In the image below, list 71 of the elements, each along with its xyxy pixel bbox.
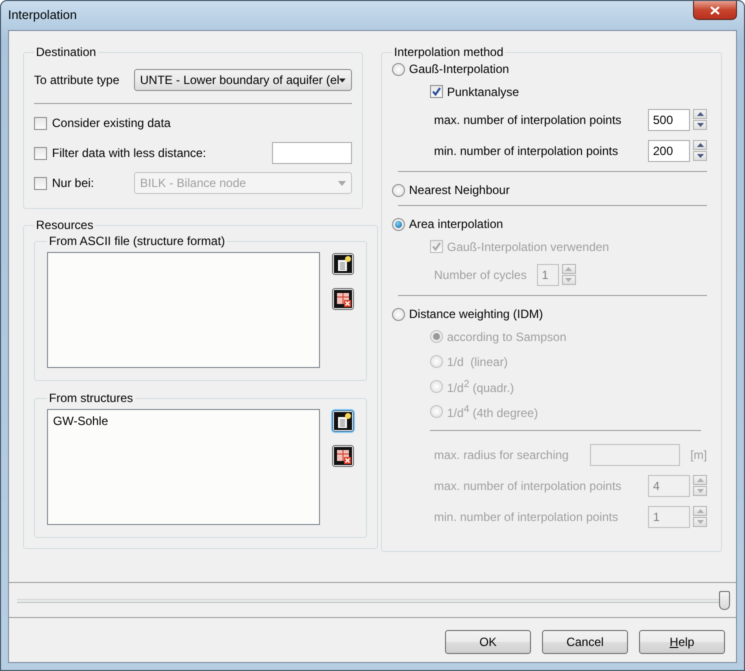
- group-title: Interpolation method: [393, 45, 504, 59]
- number-field[interactable]: 500: [648, 108, 690, 130]
- radio-label: Nearest Neighbour: [409, 183, 510, 197]
- checkbox-label: Gauß-Interpolation verwenden: [447, 240, 610, 254]
- up-arrow-icon: [696, 112, 704, 116]
- checkbox[interactable]: [34, 146, 47, 160]
- radio-label: 1/d$^{2}$ (quadr.): [447, 378, 514, 394]
- group-title: Resources: [35, 218, 94, 232]
- remove-button[interactable]: [332, 445, 354, 467]
- checkbox-label: Nur bei:: [52, 176, 94, 190]
- radio-label: 1/d (linear): [447, 354, 508, 368]
- radio-label: according to Sampson: [447, 330, 566, 344]
- close-button[interactable]: [693, 1, 737, 20]
- unit-label: [m]: [690, 448, 707, 462]
- add-list-icon: [334, 255, 352, 273]
- field-label: min. number of interpolation points: [434, 144, 618, 158]
- spin-up-button[interactable]: [693, 109, 707, 119]
- add-button[interactable]: [332, 253, 354, 275]
- field-label: Number of cycles: [434, 268, 527, 282]
- radio-label: Gauß-Interpolation: [409, 62, 510, 76]
- remove-list-icon: [334, 447, 352, 465]
- spin-down-button[interactable]: [693, 120, 707, 130]
- radio-button[interactable]: [392, 218, 405, 230]
- field-label: min. number of interpolation points: [434, 510, 618, 524]
- group-title: Destination: [35, 45, 98, 59]
- caret-icon: [339, 78, 346, 82]
- spin-down-button[interactable]: [693, 151, 707, 161]
- add-button[interactable]: [332, 410, 354, 432]
- spin-up-button[interactable]: [693, 140, 707, 150]
- group-title: From structures: [48, 391, 134, 405]
- radio-button[interactable]: [392, 62, 405, 76]
- up-arrow-icon: [696, 478, 704, 482]
- add-list-icon: [334, 412, 352, 430]
- distance-field[interactable]: [272, 142, 352, 164]
- caret-icon: [338, 180, 346, 186]
- down-arrow-icon: [696, 489, 704, 493]
- checkbox-label: Filter data with less distance:: [52, 146, 206, 160]
- field-label: To attribute type: [34, 73, 120, 87]
- down-arrow-icon: [696, 123, 704, 127]
- window-title: Interpolation: [8, 8, 77, 22]
- checkbox-label: Consider existing data: [52, 116, 171, 130]
- dialog-button[interactable]: Help: [639, 630, 725, 654]
- attribute-type-dropdown[interactable]: UNTE - Lower boundary of aquifer (el: [134, 69, 352, 91]
- radio-button[interactable]: [392, 308, 405, 320]
- radio-label: Distance weighting (IDM): [409, 307, 544, 321]
- group-title: From ASCII file (structure format): [48, 234, 226, 248]
- list-box[interactable]: [47, 252, 320, 368]
- list-box[interactable]: GW-Sohle: [47, 409, 320, 525]
- dialog-button[interactable]: Cancel: [542, 630, 628, 654]
- up-arrow-icon: [565, 267, 572, 271]
- field-label: max. number of interpolation points: [434, 478, 622, 492]
- field-label: max. radius for searching: [434, 448, 569, 462]
- list-item[interactable]: GW-Sohle: [53, 414, 314, 428]
- checkbox-label: Punktanalyse: [447, 84, 520, 98]
- remove-button[interactable]: [332, 288, 354, 310]
- down-arrow-icon: [696, 154, 704, 158]
- radio-label: Area interpolation: [409, 217, 504, 231]
- number-field[interactable]: 200: [648, 140, 690, 162]
- down-arrow-icon: [565, 278, 572, 282]
- close-icon: [710, 6, 720, 14]
- up-arrow-icon: [696, 509, 704, 513]
- slider-thumb[interactable]: [719, 590, 730, 610]
- checkbox[interactable]: [430, 85, 443, 98]
- dialog-button[interactable]: OK: [445, 630, 531, 654]
- radio-button[interactable]: [392, 184, 405, 196]
- remove-list-icon: [334, 290, 352, 308]
- checkbox[interactable]: [34, 116, 47, 130]
- radio-label: 1/d$^{4}$ (4th degree): [447, 404, 538, 420]
- down-arrow-icon: [696, 520, 704, 524]
- field-label: max. number of interpolation points: [434, 112, 622, 126]
- up-arrow-icon: [696, 143, 704, 147]
